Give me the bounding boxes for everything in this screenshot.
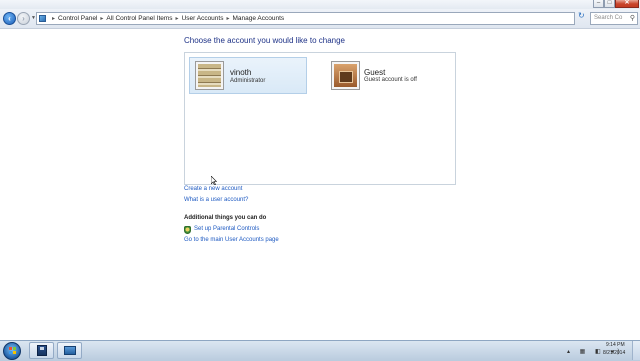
clock-date[interactable]: 8/21/2014: [603, 350, 625, 356]
page-title: Choose the account you would like to cha…: [184, 36, 345, 45]
refresh-icon[interactable]: ↻: [578, 11, 585, 20]
mouse-cursor-icon: [211, 176, 217, 185]
search-icon[interactable]: ⚲: [630, 13, 635, 24]
account-type: Guest account is off: [364, 77, 417, 83]
what-is-account-link[interactable]: What is a user account?: [184, 197, 248, 203]
navigation-bar: ‹ › ▼ ▸ Control Panel ▸ All Control Pane…: [0, 9, 640, 29]
back-button[interactable]: ‹: [3, 12, 16, 25]
main-user-accounts-link[interactable]: Go to the main User Accounts page: [184, 237, 279, 243]
back-arrow-icon: ‹: [8, 14, 11, 23]
taskbar: ▴ ▦ ◧ ◂): [0, 340, 640, 361]
parental-controls-link[interactable]: Set up Parental Controls: [194, 226, 259, 232]
maximize-icon: □: [607, 0, 612, 6]
search-input[interactable]: Search Co ⚲: [590, 12, 638, 25]
breadcrumb-manage-accounts[interactable]: Manage Accounts: [233, 15, 285, 22]
forward-button[interactable]: ›: [17, 12, 30, 25]
clock-time[interactable]: 9:14 PM: [606, 342, 625, 348]
guest-picture-icon: [332, 62, 359, 89]
title-bar: – □ ✕: [0, 0, 640, 9]
search-placeholder: Search Co: [594, 15, 623, 21]
address-bar[interactable]: ▸ Control Panel ▸ All Control Panel Item…: [36, 12, 575, 25]
breadcrumb-user-accounts[interactable]: User Accounts: [182, 15, 224, 22]
show-desktop-button[interactable]: [632, 341, 640, 360]
user-picture-icon: [196, 62, 223, 89]
maximize-button[interactable]: □: [604, 0, 615, 8]
monitor-icon: [64, 346, 76, 355]
floppy-save-icon: [37, 345, 47, 356]
additional-things-heading: Additional things you can do: [184, 215, 267, 221]
forward-arrow-icon: ›: [22, 14, 25, 23]
account-tile-guest[interactable]: Guest Guest account is off: [330, 57, 448, 94]
breadcrumb-control-panel[interactable]: Control Panel: [58, 15, 97, 22]
account-name: vinoth: [230, 68, 252, 77]
shield-icon: [184, 226, 191, 234]
account-tile-vinoth[interactable]: vinoth Administrator: [189, 57, 307, 94]
breadcrumb-all-items[interactable]: All Control Panel Items: [106, 15, 172, 22]
taskbar-app-button[interactable]: [29, 342, 54, 359]
breadcrumb-separator-icon[interactable]: ▸: [226, 15, 229, 22]
breadcrumb-separator-icon[interactable]: ▸: [176, 15, 179, 22]
close-button[interactable]: ✕: [615, 0, 639, 8]
breadcrumb-separator-icon[interactable]: ▸: [100, 15, 103, 22]
windows-logo-icon: [9, 347, 16, 354]
taskbar-app-button[interactable]: [57, 342, 82, 359]
account-name: Guest: [364, 68, 386, 77]
account-type: Administrator: [230, 78, 266, 84]
breadcrumb-separator-icon[interactable]: ▸: [52, 15, 55, 22]
control-panel-icon: [39, 15, 46, 22]
accounts-panel: vinoth Administrator Guest Guest account…: [184, 52, 456, 185]
create-account-link[interactable]: Create a new account: [184, 186, 242, 192]
minimize-icon: –: [596, 0, 601, 6]
start-button[interactable]: [3, 342, 21, 360]
minimize-button[interactable]: –: [593, 0, 604, 8]
close-icon: ✕: [624, 0, 630, 6]
